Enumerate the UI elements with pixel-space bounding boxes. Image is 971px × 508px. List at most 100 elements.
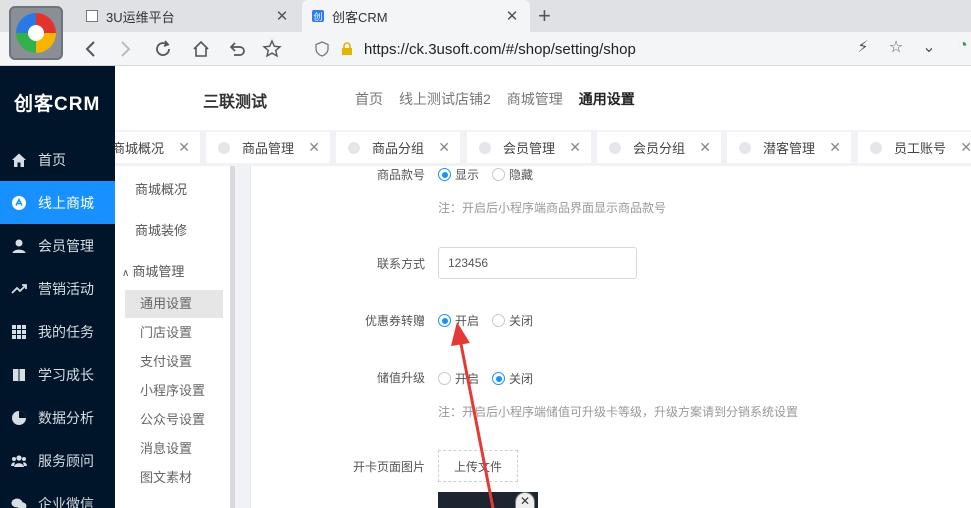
breadcrumb-shop[interactable]: 线上测试店铺2	[399, 89, 491, 109]
sub-menu-mall-overview[interactable]: 商城概况	[135, 179, 187, 198]
sub-menu-mall-decoration[interactable]: 商城装修	[135, 220, 187, 239]
shield-icon[interactable]	[314, 41, 330, 57]
favorite-star-icon[interactable]	[259, 37, 285, 61]
shop-icon	[11, 195, 27, 211]
sidebar-item-advisor[interactable]: 服务顾问	[0, 439, 115, 482]
sidebar-item-tasks[interactable]: 我的任务	[0, 310, 115, 353]
undo-icon[interactable]	[224, 37, 250, 61]
close-icon[interactable]: ✕	[178, 139, 190, 156]
page-tab-label: 潜客管理	[763, 141, 816, 156]
stored-value-upgrade-hint: 注：开启后小程序端储值可升级卡等级，升级方案请到分销系统设置	[438, 405, 799, 419]
settings-form: 商品款号 显示 隐藏 注：开启后小程序端商品界面显示商品款号 联系方式 1234…	[250, 166, 971, 508]
sub-menu-official-account-settings[interactable]: 公众号设置	[125, 406, 223, 434]
breadcrumb-mall-management[interactable]: 商城管理	[507, 89, 563, 109]
sidebar-item-home[interactable]: 首页	[0, 138, 115, 181]
forward-icon[interactable]	[112, 37, 138, 61]
extension-icon[interactable]: ◔	[952, 37, 971, 55]
close-icon[interactable]: ✕	[308, 139, 320, 156]
page-tab-member-groups[interactable]: 会员分组 ✕	[597, 132, 721, 163]
close-icon[interactable]: ✕	[515, 492, 535, 508]
radio-unchecked-icon	[438, 372, 451, 385]
browser-tab-3u[interactable]: 3U运维平台 ✕	[76, 0, 300, 32]
sidebar-item-label: 我的任务	[38, 323, 94, 340]
close-icon[interactable]: ✕	[274, 7, 290, 25]
home-page-icon[interactable]	[188, 37, 214, 61]
sub-menu-message-settings[interactable]: 消息设置	[125, 435, 223, 463]
page-tab-bar: 商城概况 ✕ 商品管理 ✕ 商品分组 ✕ 会员管理 ✕ 会员分组 ✕ 潜客管理 …	[115, 130, 971, 166]
page-tab-mall-overview[interactable]: 商城概况 ✕	[115, 132, 200, 163]
sidebar-item-label: 企业微信	[38, 495, 94, 508]
sub-menu-general-settings[interactable]: 通用设置	[125, 290, 223, 318]
sub-menu-group-label: 商城管理	[132, 264, 185, 279]
sub-menu-media-library[interactable]: 图文素材	[125, 464, 223, 492]
chevron-down-icon[interactable]: ⌄	[918, 37, 940, 57]
sidebar-item-wecom[interactable]: 企业微信	[0, 482, 115, 508]
sub-menu-store-settings[interactable]: 门店设置	[125, 319, 223, 347]
browser-tab-title: 3U运维平台	[106, 9, 175, 25]
contact-input[interactable]: 123456	[438, 247, 637, 279]
sidebar-item-label: 数据分析	[38, 409, 94, 426]
new-tab-button[interactable]: +	[538, 3, 551, 29]
upload-file-button[interactable]: 上传文件	[438, 450, 518, 482]
page-tab-label: 商品分组	[372, 141, 425, 156]
lightning-icon[interactable]: ⚡	[852, 37, 874, 57]
breadcrumb-home[interactable]: 首页	[355, 89, 383, 109]
team-icon	[11, 453, 27, 469]
product-no-show-radio[interactable]: 显示	[438, 166, 479, 183]
page-tab-products[interactable]: 商品管理 ✕	[206, 132, 330, 163]
page-tab-staff-accounts[interactable]: 员工账号 ✕	[858, 132, 971, 163]
sub-menu-group-mall-management[interactable]: ∧ 商城管理	[122, 261, 184, 280]
bookmark-star-icon[interactable]: ☆	[885, 37, 907, 57]
stored-value-upgrade-label: 储值升级	[376, 371, 425, 385]
sub-menu-miniprogram-settings[interactable]: 小程序设置	[125, 377, 223, 405]
coupon-transfer-on-radio[interactable]: 开启	[438, 312, 479, 329]
home-icon	[11, 152, 27, 168]
close-icon[interactable]: ✕	[438, 139, 450, 156]
lock-icon	[342, 42, 352, 55]
page-tab-label: 会员管理	[503, 141, 556, 156]
close-icon[interactable]: ✕	[569, 139, 581, 156]
chevron-up-icon: ∧	[122, 268, 130, 279]
close-icon[interactable]: ✕	[504, 7, 520, 25]
url-text: https://ck.3usoft.com/#/shop/setting/sho…	[364, 40, 636, 58]
radio-unchecked-icon	[492, 168, 505, 181]
coupon-transfer-off-radio[interactable]: 关闭	[492, 312, 533, 329]
sidebar-item-learning[interactable]: 学习成长	[0, 353, 115, 396]
radio-checked-icon	[438, 168, 451, 181]
radio-checked-icon	[492, 372, 505, 385]
page-tab-label: 商城概况	[115, 141, 165, 156]
browser-tab-crm[interactable]: 创 创客CRM ✕	[302, 0, 530, 32]
sidebar-item-label: 首页	[38, 151, 66, 168]
radio-unchecked-icon	[492, 314, 505, 327]
address-bar[interactable]: https://ck.3usoft.com/#/shop/setting/sho…	[306, 36, 846, 62]
page-tab-prospects[interactable]: 潜客管理 ✕	[727, 132, 851, 163]
sub-menu-payment-settings[interactable]: 支付设置	[125, 348, 223, 376]
sidebar-item-online-mall[interactable]: 线上商城	[0, 181, 115, 224]
tab-dot-icon	[739, 141, 751, 154]
sidebar-item-members[interactable]: 会员管理	[0, 224, 115, 267]
close-icon[interactable]: ✕	[960, 139, 971, 156]
app-header: 三联测试 首页 线上测试店铺2 商城管理 通用设置	[115, 66, 971, 130]
sidebar-item-analytics[interactable]: 数据分析	[0, 396, 115, 439]
product-no-hint: 注：开启后小程序端商品界面显示商品款号	[438, 201, 667, 215]
close-icon[interactable]: ✕	[829, 139, 841, 156]
sidebar-item-label: 会员管理	[38, 237, 94, 254]
browser-logo-icon[interactable]	[9, 6, 63, 60]
coupon-transfer-label: 优惠券转赠	[364, 314, 425, 328]
back-icon[interactable]	[78, 37, 104, 61]
close-icon[interactable]: ✕	[699, 139, 711, 156]
stored-value-upgrade-on-radio[interactable]: 开启	[438, 370, 479, 387]
page-tab-product-groups[interactable]: 商品分组 ✕	[336, 132, 460, 163]
refresh-icon[interactable]	[150, 37, 176, 61]
sidebar-item-label: 学习成长	[38, 366, 94, 383]
user-icon	[11, 238, 27, 254]
sub-menu: 商城概况 商城装修 ∧ 商城管理 通用设置 门店设置 支付设置 小程序设置 公众号…	[115, 166, 230, 508]
page-tab-label: 会员分组	[633, 141, 686, 156]
divider	[235, 166, 250, 508]
sidebar-item-marketing[interactable]: 营销活动	[0, 267, 115, 310]
page-tab-members[interactable]: 会员管理 ✕	[467, 132, 591, 163]
radio-label: 隐藏	[509, 168, 534, 182]
stored-value-upgrade-off-radio[interactable]: 关闭	[492, 370, 533, 387]
breadcrumb-general-settings[interactable]: 通用设置	[579, 89, 635, 109]
product-no-hide-radio[interactable]: 隐藏	[492, 166, 533, 183]
